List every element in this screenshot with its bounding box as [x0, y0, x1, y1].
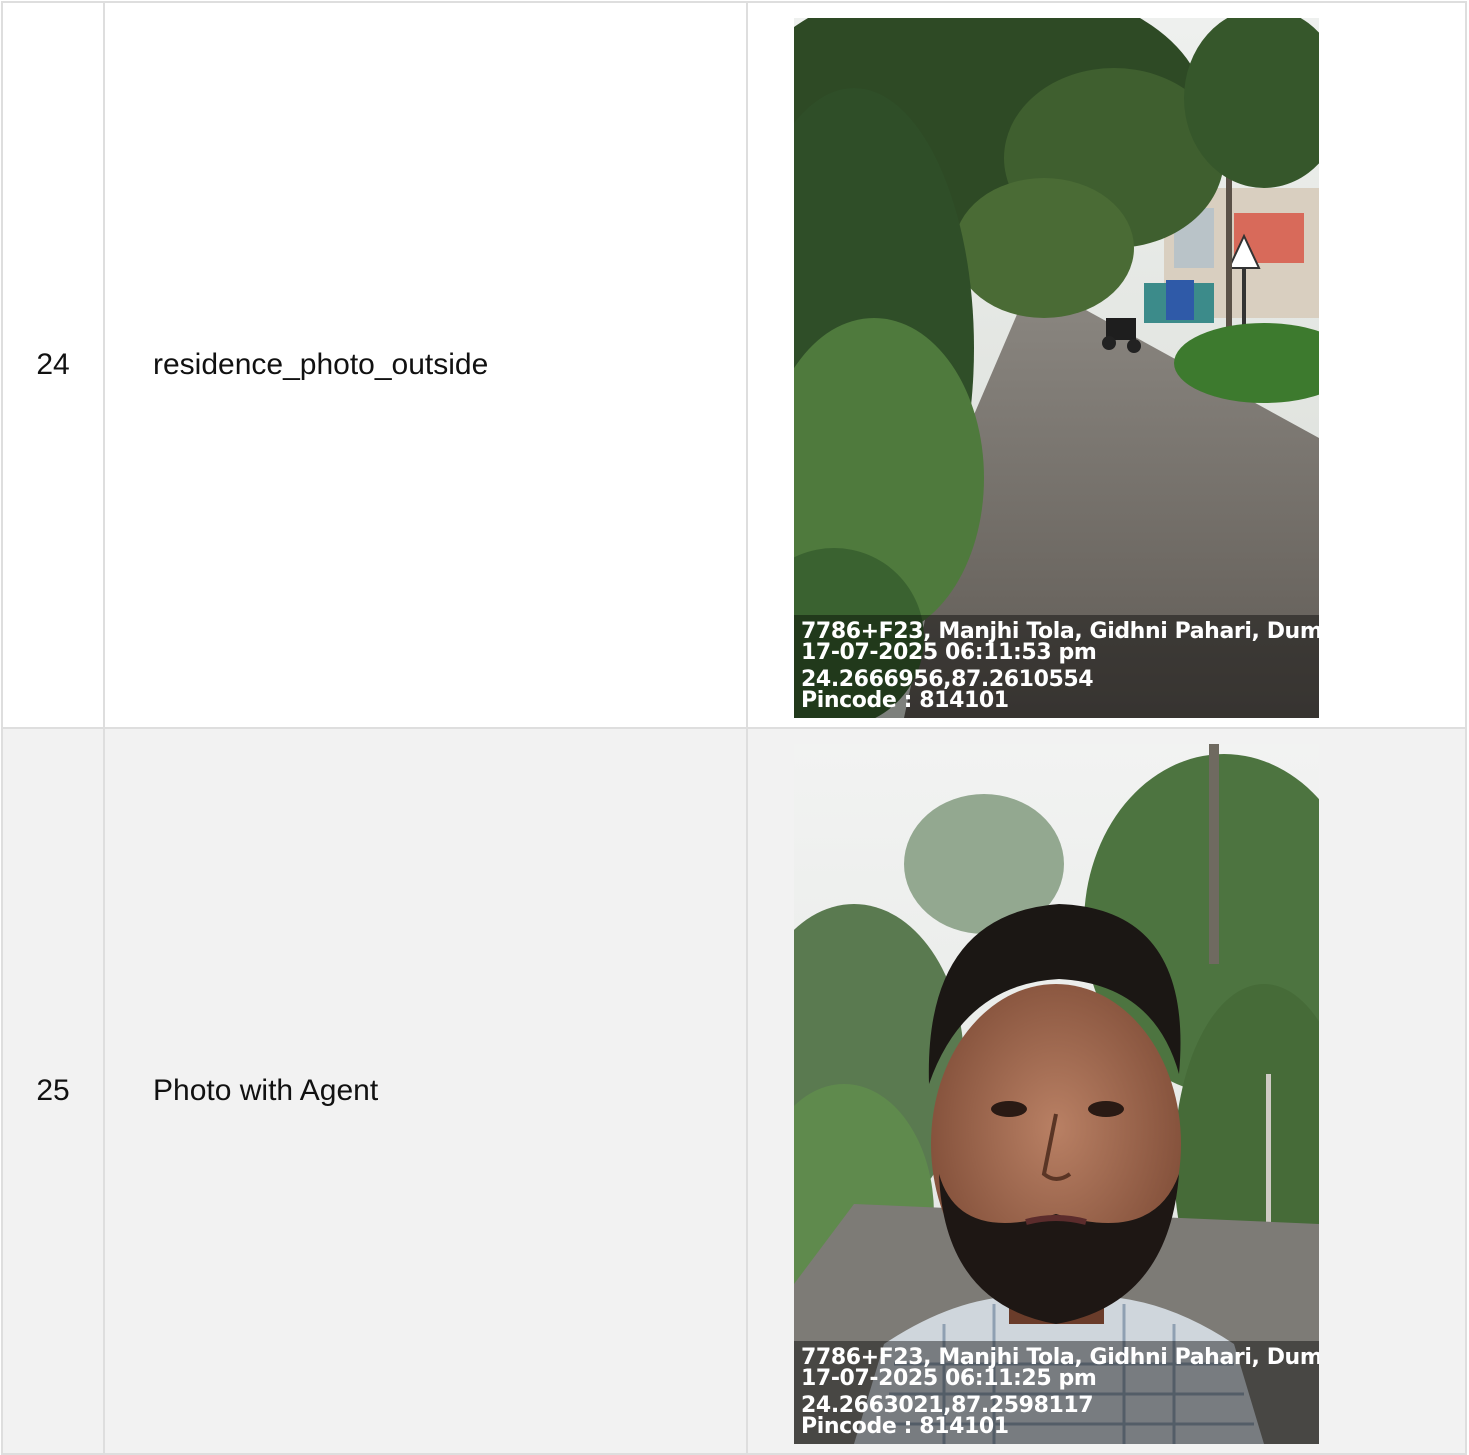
serial-number: 24: [1, 1, 105, 729]
street-scene-image: [794, 18, 1319, 718]
stamp-pincode: Pincode : 814101: [801, 1414, 1009, 1439]
field-label: residence_photo_outside: [103, 1, 748, 729]
agent-photo[interactable]: 7786+F23, Manjhi Tola, Gidhni Pahari, Du…: [794, 744, 1319, 1444]
stamp-pincode: Pincode : 814101: [801, 688, 1009, 713]
field-label: Photo with Agent: [103, 727, 748, 1455]
agent-selfie-image: [794, 744, 1319, 1444]
stamp-address: 7786+F23, Manjhi Tola, Gidhni Pahari, Du…: [801, 1345, 1319, 1370]
stamp-datetime: 17-07-2025 06:11:25 pm: [801, 1366, 1097, 1391]
stamp-datetime: 17-07-2025 06:11:53 pm: [801, 640, 1097, 665]
photo-cell: 7786+F23, Manjhi Tola, Gidhni Pahari, Du…: [746, 1, 1467, 729]
report-table: 24 residence_photo_outside 7786+F23, Man…: [1, 1, 1467, 1455]
photo-cell: 7786+F23, Manjhi Tola, Gidhni Pahari, Du…: [746, 727, 1467, 1455]
residence-photo[interactable]: 7786+F23, Manjhi Tola, Gidhni Pahari, Du…: [794, 18, 1319, 718]
stamp-address: 7786+F23, Manjhi Tola, Gidhni Pahari, Du…: [801, 619, 1319, 644]
geo-stamp: 7786+F23, Manjhi Tola, Gidhni Pahari, Du…: [794, 1341, 1319, 1444]
table-row: 24 residence_photo_outside 7786+F23, Man…: [1, 1, 1467, 729]
table-row: 25 Photo with Agent 7786+F23, Manjhi Tol…: [1, 727, 1467, 1455]
stamp-coordinates: 24.2666956,87.2610554: [801, 667, 1094, 692]
geo-stamp: 7786+F23, Manjhi Tola, Gidhni Pahari, Du…: [794, 615, 1319, 718]
serial-number: 25: [1, 727, 105, 1455]
stamp-coordinates: 24.2663021,87.2598117: [801, 1393, 1094, 1418]
